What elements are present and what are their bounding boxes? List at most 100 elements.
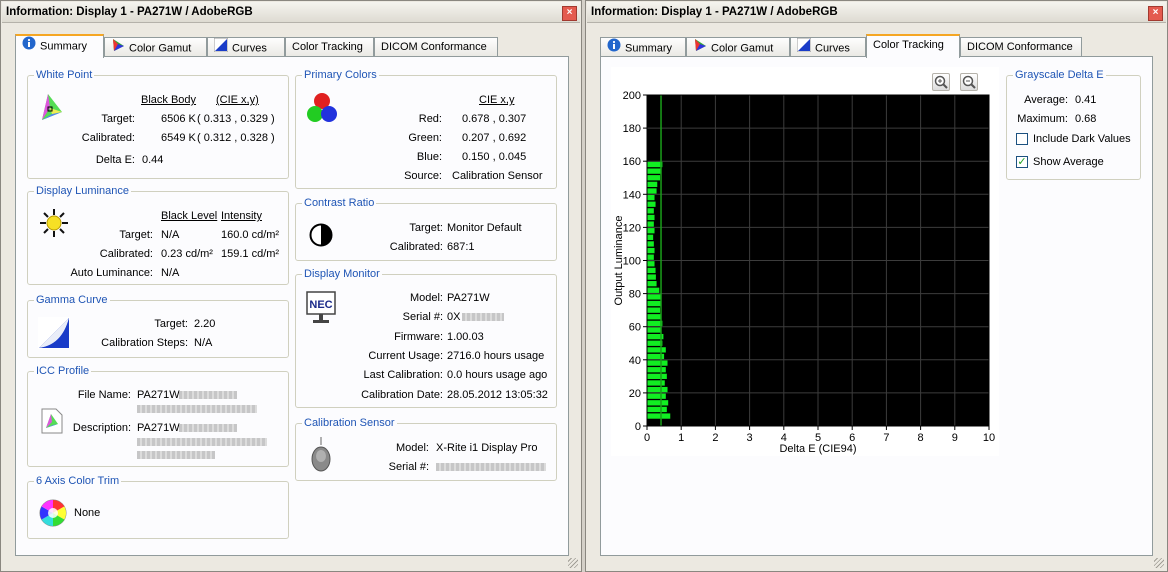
average-label: Average:: [1024, 94, 1068, 106]
last-calibration-value: 0.0 hours usage ago: [447, 369, 548, 381]
usage-label: Current Usage:: [368, 350, 443, 362]
delta-e-bar: [647, 175, 660, 181]
delta-e-bar: [647, 393, 666, 399]
delta-e-bar: [647, 161, 663, 168]
delta-e-bar: [647, 214, 655, 221]
tab-color-gamut[interactable]: Color Gamut: [104, 37, 207, 57]
y-tick-label: 80: [629, 289, 641, 301]
include-dark-values-label[interactable]: Include Dark Values: [1033, 133, 1131, 146]
auto-luminance-value: N/A: [161, 267, 180, 279]
tab-dicom[interactable]: DICOM Conformance: [374, 37, 498, 57]
delta-e-bar: [647, 267, 656, 274]
group-title: Display Luminance: [34, 184, 131, 198]
close-button[interactable]: ×: [1148, 6, 1163, 21]
x-tick-label: 1: [678, 432, 684, 444]
gamma-target-value: 2.20: [194, 318, 216, 330]
show-average-label[interactable]: Show Average: [1033, 156, 1104, 169]
nec-monitor-icon: NEC: [306, 291, 336, 328]
calibration-steps-label: Calibration Steps:: [101, 337, 188, 349]
group-title: Display Monitor: [302, 267, 382, 281]
display-monitor-group: Display Monitor NEC Model: PA271W Serial…: [295, 267, 557, 408]
zoom-in-icon: [934, 75, 948, 89]
window-title: Information: Display 1 - PA271W / AdobeR…: [587, 2, 1166, 23]
source-value: Calibration Sensor: [452, 170, 543, 182]
delta-e-bar: [647, 406, 667, 413]
col-cie-xy: CIE x,y: [479, 94, 515, 106]
serial-value: 0X: [447, 311, 461, 323]
gamma-curve-icon: [38, 317, 70, 352]
calibrated-xy: ( 0.312 , 0.328 ): [197, 132, 275, 144]
group-title: White Point: [34, 68, 95, 82]
blue-label: Blue:: [416, 151, 442, 163]
col-intensity: Intensity: [221, 210, 262, 222]
display-luminance-group: Display Luminance Black Level Intensity …: [27, 184, 289, 285]
cie-diagram-icon: [38, 92, 64, 125]
close-button[interactable]: ×: [562, 6, 577, 21]
green-value: 0.207 , 0.692: [462, 132, 527, 144]
delta-e-bar: [647, 254, 654, 260]
color-wheel-icon: [39, 499, 67, 530]
tab-curves[interactable]: Curves: [207, 37, 285, 57]
resize-grip[interactable]: [1154, 558, 1164, 568]
x-tick-label: 10: [983, 432, 995, 444]
icc-file-icon: [41, 408, 63, 437]
y-tick-label: 200: [623, 90, 641, 102]
zoom-out-button[interactable]: [960, 73, 978, 91]
blue-value: 0.150 , 0.045: [462, 151, 527, 163]
maximum-label: Maximum:: [1017, 113, 1068, 125]
target-black: N/A: [161, 229, 180, 241]
tab-color-tracking[interactable]: Color Tracking: [866, 34, 960, 58]
include-dark-values-checkbox[interactable]: [1016, 133, 1028, 145]
tab-dicom[interactable]: DICOM Conformance: [960, 37, 1082, 57]
tab-summary[interactable]: Summary: [15, 34, 104, 58]
six-axis-value: None: [74, 507, 101, 519]
delta-e-bar: [647, 347, 666, 353]
resize-grip[interactable]: [568, 558, 578, 568]
target-bb: 6506 K: [161, 113, 196, 125]
y-tick-label: 0: [635, 421, 641, 433]
group-title: Primary Colors: [302, 68, 379, 82]
group-title: Calibration Sensor: [302, 416, 397, 430]
delta-e-bar: [647, 181, 658, 188]
calibration-date-label: Calibration Date:: [361, 389, 443, 401]
last-calibration-label: Last Calibration:: [363, 369, 444, 381]
tab-color-gamut[interactable]: Color Gamut: [686, 37, 790, 57]
target-label: Target:: [119, 229, 153, 241]
tab-summary[interactable]: Summary: [600, 37, 686, 57]
description-label: Description:: [72, 422, 131, 434]
delta-e-chart: 0 1 2 3 4 5 6 7 8 9 10020406080100120140160180200D…: [611, 67, 999, 456]
delta-e-bar: [647, 281, 657, 287]
calibrated-intensity: 159.1 cd/m²: [221, 248, 280, 260]
calibration-sensor-group: Calibration Sensor Model: X-Rite i1 Disp…: [295, 416, 557, 481]
y-tick-label: 140: [623, 189, 641, 201]
x-tick-label: 9: [952, 432, 958, 444]
col-black-body: Black Body: [141, 94, 197, 106]
group-title: Contrast Ratio: [302, 196, 377, 210]
delta-e-bar: [647, 201, 656, 207]
delta-e-bar: [647, 373, 667, 379]
calibrated-bb: 6549 K: [161, 132, 196, 144]
tab-curves[interactable]: Curves: [790, 37, 866, 57]
zoom-in-button[interactable]: [932, 73, 950, 91]
firmware-value: 1.00.03: [447, 331, 484, 343]
window-title: Information: Display 1 - PA271W / AdobeR…: [2, 2, 580, 23]
calibrated-label: Calibrated:: [99, 248, 153, 260]
y-tick-label: 120: [623, 222, 641, 234]
x-tick-label: 2: [712, 432, 718, 444]
calibrated-black: 0.23 cd/m²: [161, 248, 213, 260]
contrast-target-label: Target:: [409, 222, 443, 234]
x-tick-label: 3: [747, 432, 753, 444]
show-average-checkbox[interactable]: ✓: [1016, 156, 1028, 168]
x-tick-label: 0: [644, 432, 650, 444]
delta-e-bar: [647, 168, 662, 174]
redacted-text: [179, 391, 237, 399]
redacted-text: [462, 313, 504, 321]
auto-luminance-label: Auto Luminance:: [70, 267, 153, 279]
tab-color-tracking[interactable]: Color Tracking: [285, 37, 374, 57]
redacted-text: [137, 451, 215, 459]
x-tick-label: 7: [883, 432, 889, 444]
delta-e-bar: [647, 386, 668, 393]
contrast-calibrated-label: Calibrated:: [389, 241, 443, 253]
x-axis-label: Delta E (CIE94): [779, 443, 856, 455]
target-intensity: 160.0 cd/m²: [221, 229, 280, 241]
